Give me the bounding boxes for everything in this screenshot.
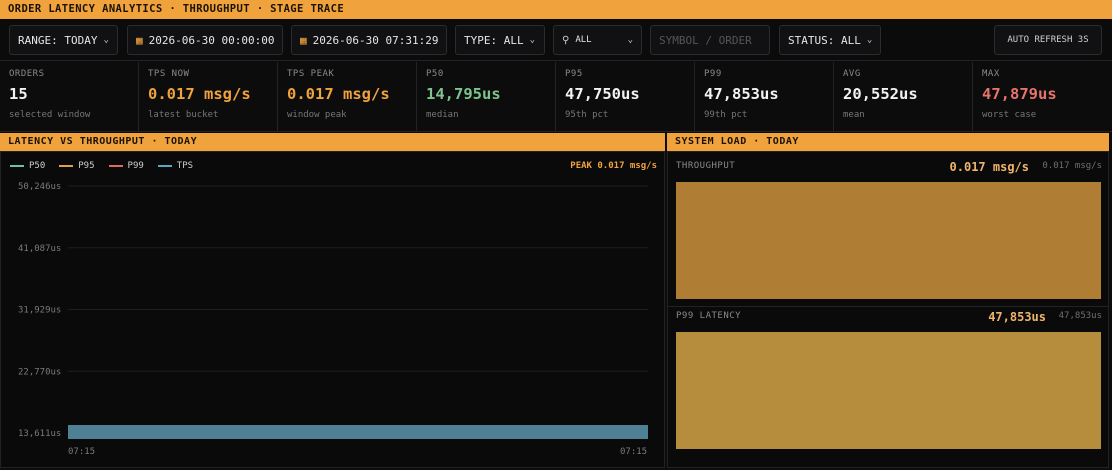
- legend-swatch: [108, 165, 123, 167]
- stat-label: TPS PEAK: [287, 69, 335, 79]
- status-select[interactable]: STATUS: ALL ⌄: [779, 25, 881, 55]
- y-tick-label: 50,246us: [18, 182, 61, 192]
- legend-swatch: [10, 165, 24, 167]
- stat-value: 47,853us: [704, 85, 779, 103]
- stats-strip: ORDERS 15 selected window TPS NOW 0.017 …: [0, 62, 1112, 132]
- type-select-label: TYPE: ALL: [464, 33, 524, 47]
- legend-swatch: [59, 165, 74, 167]
- stat-value: 0.017 msg/s: [148, 85, 251, 103]
- calendar-icon: ▦: [300, 33, 307, 47]
- chevron-down-icon: ⌄: [103, 35, 109, 45]
- p99-latency-label: P99 LATENCY: [676, 311, 742, 321]
- y-tick-label: 22,770us: [18, 367, 61, 377]
- chart-legend: P50 P95 P99 TPS: [10, 161, 193, 171]
- stat-label: TPS NOW: [148, 69, 190, 79]
- end-datetime-input[interactable]: ▦ 2026-06-30 07:31:29: [291, 25, 447, 55]
- p99-latency-bar: [676, 332, 1101, 449]
- stat-label: ORDERS: [9, 69, 45, 79]
- stat-value: 20,552us: [843, 85, 918, 103]
- legend-item-p99[interactable]: P99: [108, 161, 144, 171]
- latency-panel-title: LATENCY VS THROUGHPUT · TODAY: [0, 133, 665, 151]
- x-tick-label: 07:15: [620, 447, 647, 457]
- stat-label: AVG: [843, 69, 861, 79]
- divider: [668, 306, 1108, 307]
- legend-label: P95: [78, 161, 95, 171]
- legend-swatch: [157, 165, 172, 167]
- legend-label: TPS: [176, 161, 194, 171]
- stat-sub: 95th pct: [565, 110, 609, 120]
- stat-sub: mean: [843, 110, 865, 120]
- app-title: ORDER LATENCY ANALYTICS · THROUGHPUT · S…: [0, 0, 1112, 19]
- throughput-max: 0.017 msg/s: [1042, 161, 1102, 171]
- filter-toolbar: RANGE: TODAY ⌄ ▦ 2026-06-30 00:00:00 ▦ 2…: [0, 19, 1112, 61]
- stat-p95: P95 47,750us 95th pct: [556, 62, 695, 132]
- stat-sub: window peak: [287, 110, 347, 120]
- range-select[interactable]: RANGE: TODAY ⌄: [9, 25, 118, 55]
- load-panel-title: SYSTEM LOAD · TODAY: [667, 133, 1109, 151]
- y-tick-label: 13,611us: [18, 429, 61, 439]
- stat-value: 47,750us: [565, 85, 640, 103]
- chevron-down-icon: ⌄: [627, 35, 633, 45]
- legend-label: P50: [29, 161, 46, 171]
- throughput-track: [676, 182, 1101, 299]
- stat-avg: AVG 20,552us mean: [834, 62, 973, 132]
- search-scope-value: ALL: [575, 35, 592, 45]
- stat-value: 15: [9, 85, 28, 103]
- stat-tps-now: TPS NOW 0.017 msg/s latest bucket: [139, 62, 278, 132]
- p99-latency-track: [676, 332, 1101, 449]
- stat-tps-peak: TPS PEAK 0.017 msg/s window peak: [278, 62, 417, 132]
- status-select-label: STATUS: ALL: [788, 33, 861, 47]
- stat-value: 0.017 msg/s: [287, 85, 390, 103]
- end-datetime-value: 2026-06-30 07:31:29: [312, 33, 439, 47]
- search-scope-select[interactable]: ⚲ ALL ⌄: [553, 25, 642, 55]
- stat-label: P95: [565, 69, 583, 79]
- throughput-label: THROUGHPUT: [676, 161, 736, 171]
- symbol-order-input[interactable]: SYMBOL / ORDER: [650, 25, 770, 55]
- chevron-down-icon: ⌄: [866, 35, 873, 45]
- calendar-icon: ▦: [136, 33, 143, 47]
- range-select-label: RANGE: TODAY: [18, 33, 98, 47]
- legend-label: P99: [127, 161, 144, 171]
- stat-orders: ORDERS 15 selected window: [0, 62, 139, 132]
- y-tick-label: 31,929us: [18, 306, 61, 316]
- stat-p50: P50 14,795us median: [417, 62, 556, 132]
- stat-value: 14,795us: [426, 85, 501, 103]
- throughput-bar: [676, 182, 1101, 299]
- stat-max: MAX 47,879us worst case: [973, 62, 1112, 132]
- peak-label: PEAK 0.017 msg/s: [570, 161, 657, 171]
- throughput-value: 0.017 msg/s: [949, 160, 1029, 174]
- tps-band[interactable]: [68, 425, 648, 439]
- symbol-order-placeholder: SYMBOL / ORDER: [659, 33, 752, 47]
- stat-sub: selected window: [9, 110, 91, 120]
- x-tick-label: 07:15: [68, 447, 95, 457]
- chevron-down-icon: ⌄: [529, 35, 536, 45]
- auto-refresh-button[interactable]: AUTO REFRESH 3S: [994, 25, 1102, 55]
- legend-item-tps[interactable]: TPS: [157, 161, 194, 171]
- stat-sub: 99th pct: [704, 110, 748, 120]
- type-select[interactable]: TYPE: ALL ⌄: [455, 25, 545, 55]
- stat-sub: median: [426, 110, 459, 120]
- y-tick-label: 41,087us: [18, 244, 61, 254]
- p99-latency-value: 47,853us: [988, 310, 1046, 324]
- start-datetime-value: 2026-06-30 00:00:00: [148, 33, 275, 47]
- start-datetime-input[interactable]: ▦ 2026-06-30 00:00:00: [127, 25, 283, 55]
- legend-item-p50[interactable]: P50: [10, 161, 45, 171]
- legend-item-p95[interactable]: P95: [59, 161, 95, 171]
- latency-chart[interactable]: 50,246us 41,087us 31,929us 22,770us 13,611us…: [0, 176, 665, 466]
- stat-sub: worst case: [982, 110, 1037, 120]
- stat-sub: latest bucket: [148, 110, 219, 120]
- stat-value: 47,879us: [982, 85, 1057, 103]
- stat-p99: P99 47,853us 99th pct: [695, 62, 834, 132]
- stat-label: MAX: [982, 69, 1000, 79]
- p99-latency-max: 47,853us: [1058, 311, 1102, 321]
- search-icon: ⚲: [562, 34, 570, 46]
- stat-label: P99: [704, 69, 722, 79]
- stat-label: P50: [426, 69, 444, 79]
